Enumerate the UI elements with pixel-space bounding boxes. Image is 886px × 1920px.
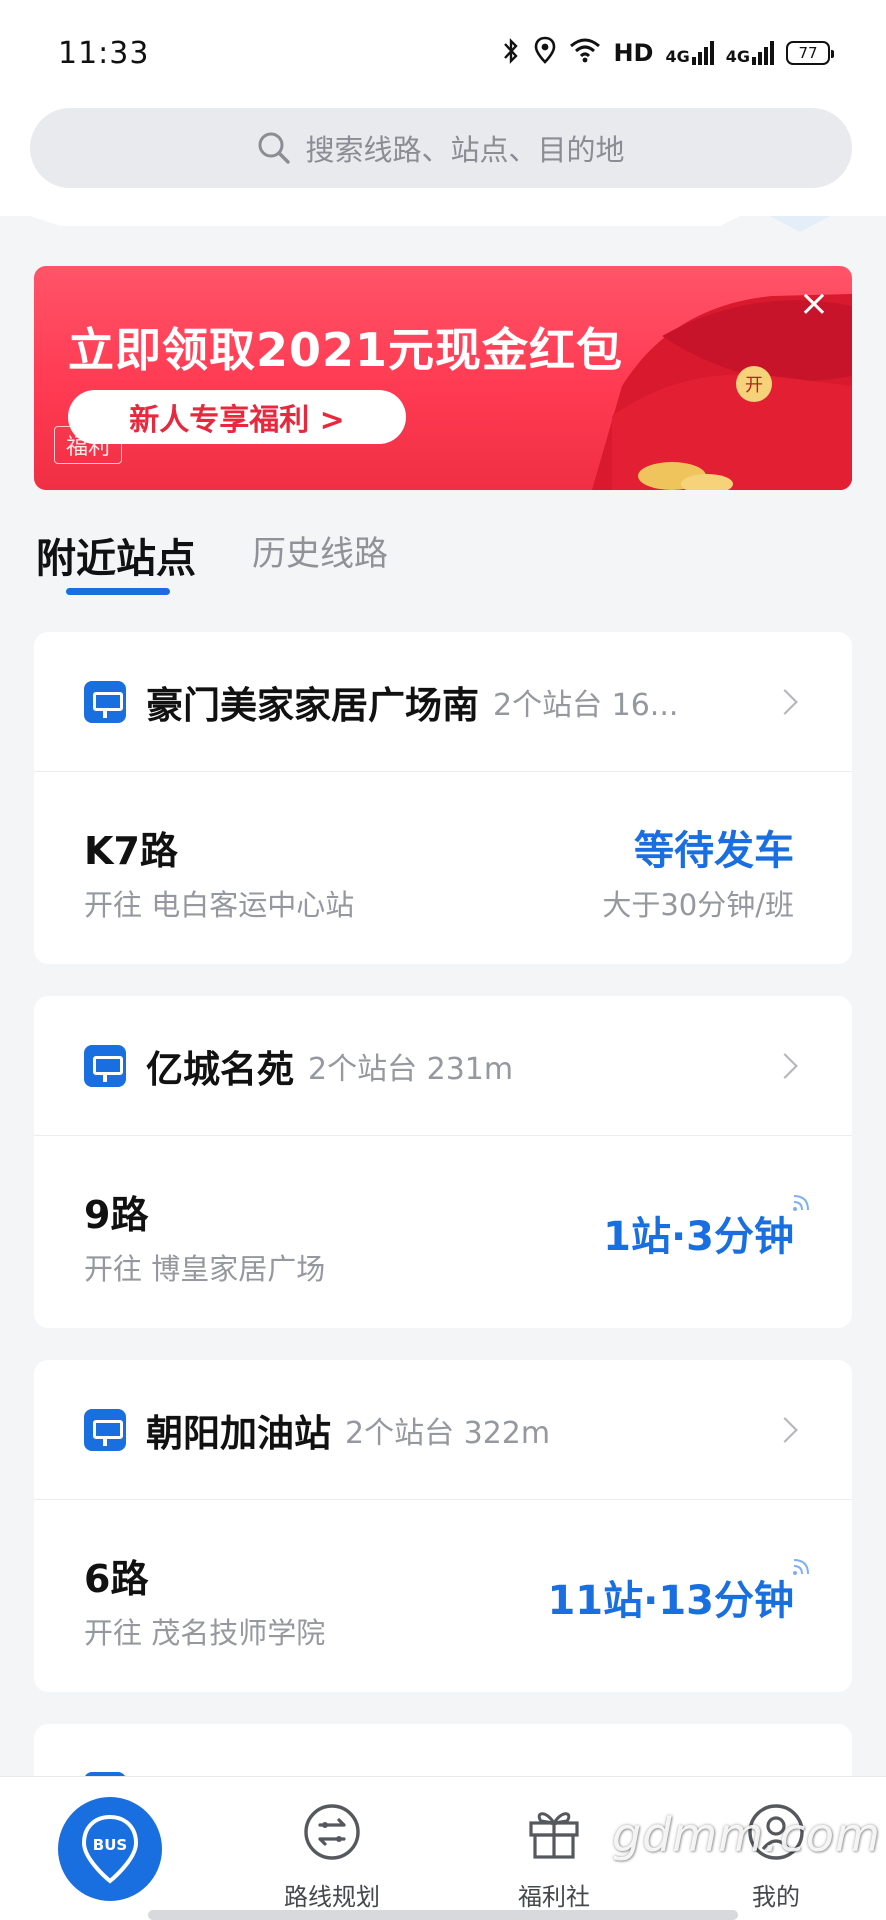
signal-icon-1: 4G: [665, 41, 714, 66]
status-icons: HD 4G 4G 77: [501, 36, 834, 70]
station-meta: 2个站台 322m: [345, 1416, 551, 1451]
station-meta: 2个站台 16...: [493, 688, 679, 723]
status-time: 11:33: [58, 36, 150, 71]
header: 搜索线路、站点、目的地: [0, 104, 886, 238]
arrival-status: 等待发车: [634, 828, 794, 874]
route-plan-icon: [304, 1804, 360, 1860]
tab-history-routes[interactable]: 历史线路: [252, 526, 388, 575]
tab-bar: 附近站点 历史线路: [0, 516, 886, 606]
route-direction: 开往 电白客运中心站: [84, 888, 355, 922]
chevron-right-icon: [772, 689, 798, 715]
route-name: K7路: [84, 829, 178, 873]
network-type-label: 4G: [725, 47, 750, 66]
route-direction: 开往 博皇家居广场: [84, 1252, 326, 1286]
gift-icon: [529, 1812, 579, 1859]
close-icon[interactable]: ×: [796, 286, 832, 322]
station-name: 亿城名苑: [146, 1048, 294, 1091]
tab-nearby-stops[interactable]: 附近站点: [36, 526, 196, 584]
home-indicator[interactable]: [148, 1910, 738, 1920]
station-header[interactable]: 豪门美家家居广场南 2个站台 16...: [34, 632, 852, 772]
nav-route-plan-label: 路线规划: [284, 1883, 380, 1911]
status-bar: 11:33 HD 4G 4G 77: [0, 0, 886, 104]
bus-stop-icon: [84, 1045, 126, 1087]
battery-icon: 77: [786, 41, 834, 65]
realtime-signal-icon: [793, 1195, 809, 1211]
station-card: 豪门美家家居广场南 2个站台 16... K7路 开往 电白客运中心站 等待发车…: [34, 632, 852, 964]
realtime-signal-icon: [793, 1559, 809, 1575]
station-name: 朝阳加油站: [146, 1412, 331, 1455]
nav-welfare-label: 福利社: [518, 1883, 590, 1911]
banner-tag: 福利: [54, 426, 122, 464]
route-row[interactable]: 6路 开往 茂名技师学院 11站·13分钟: [34, 1500, 852, 1692]
search-placeholder: 搜索线路、站点、目的地: [305, 133, 625, 167]
nav-route-plan[interactable]: 路线规划: [262, 1777, 402, 1920]
wifi-icon: [569, 37, 601, 69]
station-name: 豪门美家家居广场南: [146, 684, 479, 727]
header-decoration: [0, 216, 886, 238]
arrival-status: 1站·3分钟: [603, 1214, 794, 1260]
tab-indicator: [66, 588, 170, 595]
promo-banner[interactable]: 开 立即领取2021元现金红包 新人专享福利 > 福利 ×: [34, 266, 852, 490]
network-type-label: 4G: [665, 47, 690, 66]
signal-icon-2: 4G: [726, 41, 774, 65]
station-header[interactable]: 亿城名苑 2个站台 231m: [34, 996, 852, 1136]
search-icon: [258, 132, 291, 164]
route-name: 6路: [84, 1557, 149, 1601]
nav-mine-label: 我的: [752, 1883, 800, 1911]
search-input[interactable]: 搜索线路、站点、目的地: [30, 108, 852, 188]
station-header[interactable]: 朝阳加油站 2个站台 322m: [34, 1360, 852, 1500]
arrival-frequency: 大于30分钟/班: [602, 888, 794, 922]
nav-welfare[interactable]: 福利社: [484, 1777, 624, 1920]
nav-bus-button[interactable]: BUS: [58, 1797, 162, 1901]
bus-location-icon: BUS: [81, 1814, 139, 1884]
route-name: 9路: [84, 1193, 149, 1237]
chevron-right-icon: [772, 1417, 798, 1443]
bluetooth-icon: [501, 37, 521, 70]
location-icon: [533, 36, 557, 70]
station-meta: 2个站台 231m: [308, 1052, 514, 1087]
svg-text:开: 开: [745, 375, 763, 396]
watermark: gdmm.com: [612, 1808, 881, 1862]
banner-title: 立即领取2021元现金红包: [68, 323, 624, 377]
chevron-right-icon: [772, 1053, 798, 1079]
route-direction: 开往 茂名技师学院: [84, 1616, 326, 1650]
route-row[interactable]: 9路 开往 博皇家居广场 1站·3分钟: [34, 1136, 852, 1328]
station-card: 朝阳加油站 2个站台 322m 6路 开往 茂名技师学院 11站·13分钟: [34, 1360, 852, 1692]
arrival-status: 11站·13分钟: [547, 1578, 794, 1624]
route-row[interactable]: K7路 开往 电白客运中心站 等待发车 大于30分钟/班: [34, 772, 852, 964]
station-card: 亿城名苑 2个站台 231m 9路 开往 博皇家居广场 1站·3分钟: [34, 996, 852, 1328]
bus-label: BUS: [93, 1836, 127, 1854]
bus-stop-icon: [84, 1409, 126, 1451]
bus-stop-icon: [84, 681, 126, 723]
hd-indicator: HD: [613, 39, 654, 67]
